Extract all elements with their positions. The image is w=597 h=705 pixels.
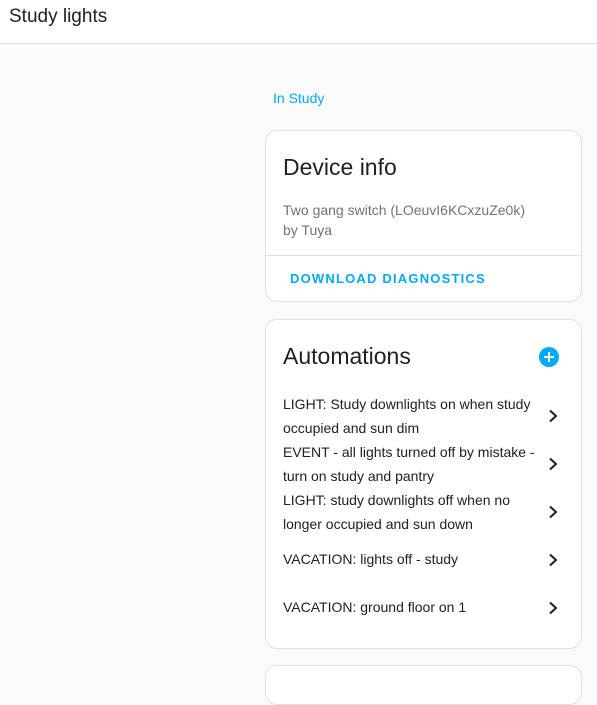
automation-label: EVENT - all lights turned off by mistake… (283, 444, 535, 484)
plus-circle-icon (544, 352, 554, 362)
area-link[interactable]: In Study (273, 90, 324, 106)
add-automation-button[interactable] (539, 347, 559, 367)
automation-label: LIGHT: study downlights off when no long… (283, 492, 510, 532)
chevron-right-icon (549, 553, 558, 567)
chevron-right-icon (549, 457, 558, 471)
page-title: Study lights (9, 6, 108, 27)
next-card (265, 665, 582, 705)
automation-item[interactable]: VACATION: lights off - study (266, 536, 581, 584)
automation-label: VACATION: lights off - study (283, 551, 459, 567)
chevron-right-icon (549, 409, 558, 423)
automation-label: VACATION: ground floor on 1 (283, 599, 467, 615)
automations-card: Automations LIGHT: Study downlights on w… (265, 319, 582, 649)
automation-item[interactable]: EVENT - all lights turned off by mistake… (266, 440, 581, 488)
device-model: Two gang switch (LOeuvI6KCxzuZe0k) (283, 202, 525, 218)
automation-label: LIGHT: Study downlights on when study oc… (283, 396, 531, 436)
chevron-right-icon (549, 601, 558, 615)
automation-item[interactable]: VACATION: ground floor on 1 (266, 584, 581, 632)
device-info-card: Device info Two gang switch (LOeuvI6KCxz… (265, 130, 582, 302)
download-diagnostics-button[interactable]: DOWNLOAD DIAGNOSTICS (290, 272, 486, 286)
automation-item[interactable]: LIGHT: Study downlights on when study oc… (266, 392, 581, 440)
automations-title: Automations (283, 343, 411, 369)
card-divider (266, 255, 581, 256)
top-app-bar: Study lights (0, 0, 597, 44)
automation-item[interactable]: LIGHT: study downlights off when no long… (266, 488, 581, 536)
device-info-title: Device info (283, 154, 397, 180)
chevron-right-icon (549, 505, 558, 519)
device-manufacturer: by Tuya (283, 222, 333, 238)
device-description: Two gang switch (LOeuvI6KCxzuZe0k) by Tu… (283, 200, 563, 240)
